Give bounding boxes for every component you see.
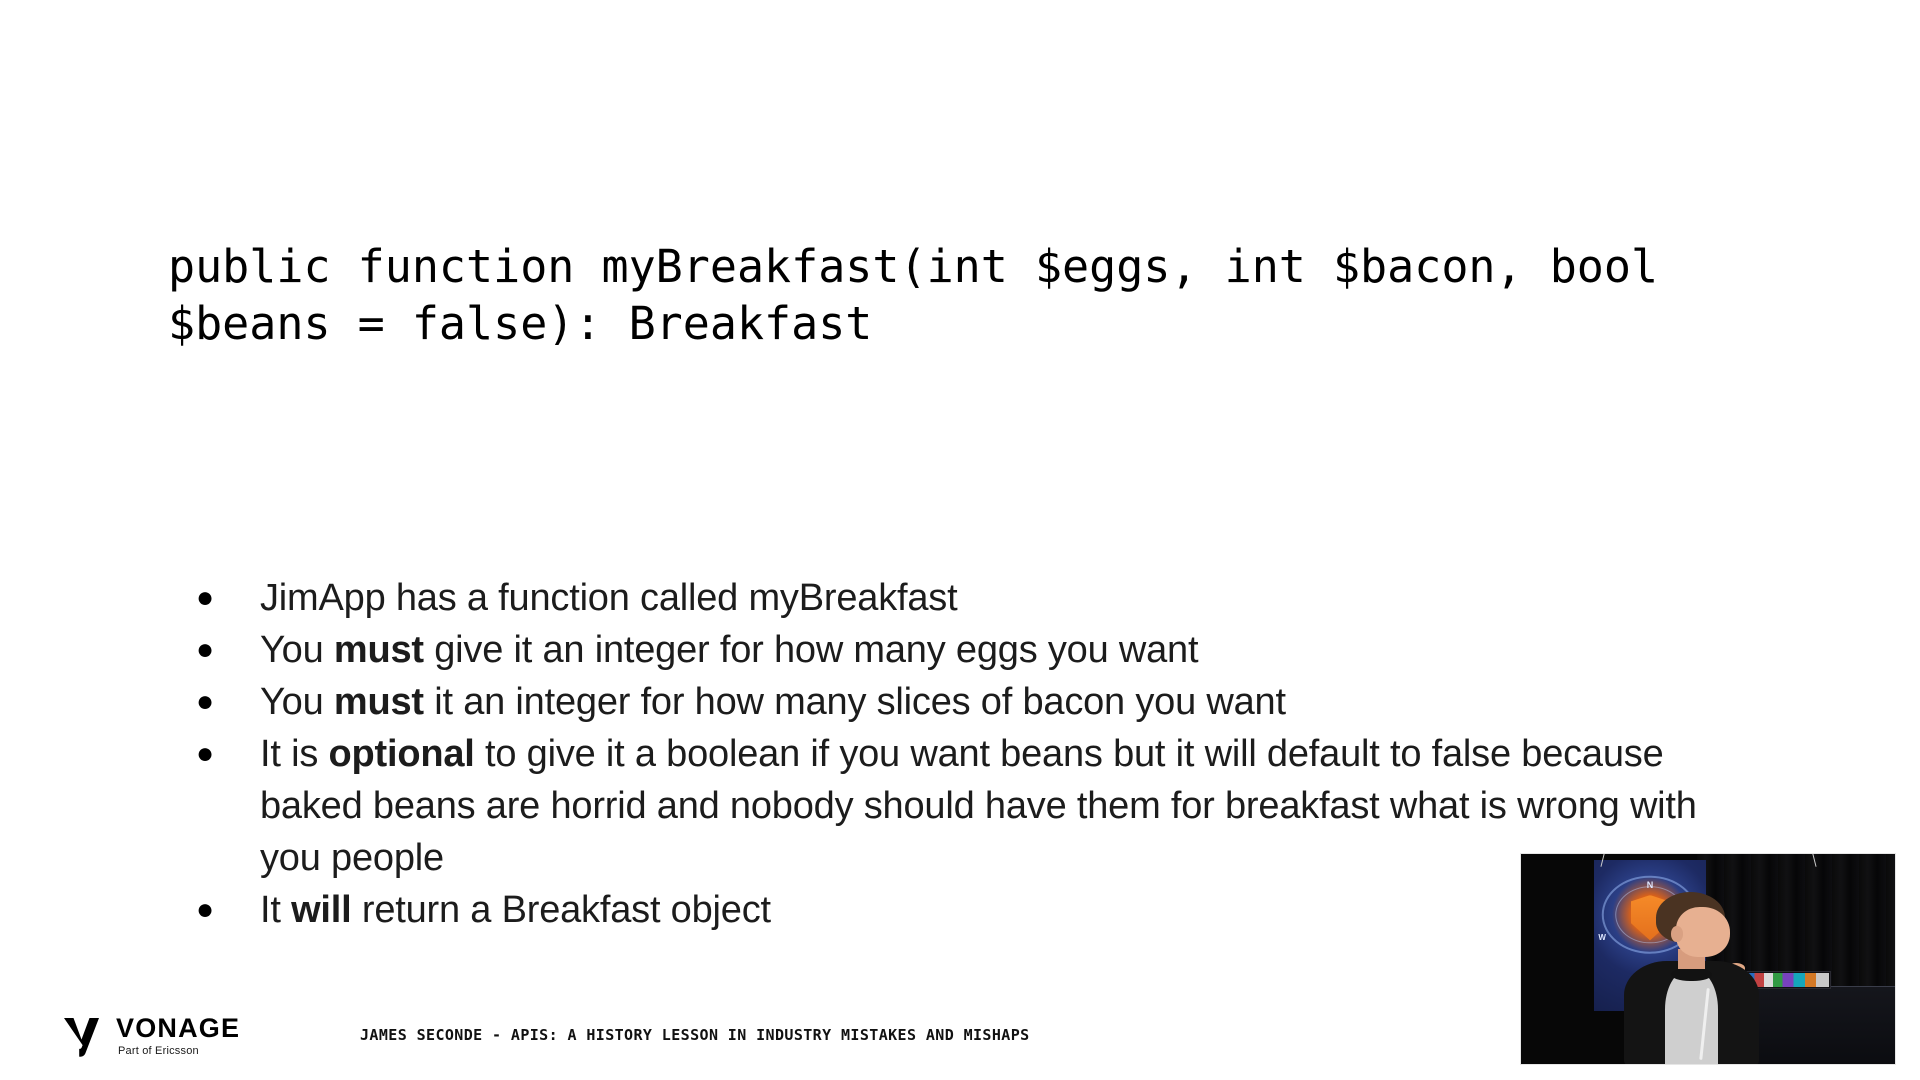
vonage-logo: VONAGE Part of Ericsson: [62, 1015, 240, 1057]
list-item: ● JimApp has a function called myBreakfas…: [186, 572, 1706, 624]
presenter-ear: [1671, 926, 1683, 942]
list-item-text: You must it an integer for how many slic…: [260, 676, 1706, 728]
stage-background: N W m: [1521, 854, 1895, 1064]
plain-text: You: [260, 629, 334, 671]
bullet-marker-icon: ●: [196, 737, 215, 770]
footer-talk-title: JAMES SECONDE - APIS: A HISTORY LESSON I…: [360, 1026, 1030, 1044]
bullet-marker-icon: ●: [196, 893, 215, 926]
vonage-v-mark-icon: [62, 1015, 102, 1057]
bullet-marker-icon: ●: [196, 685, 215, 718]
list-item-text: JimApp has a function called myBreakfast: [260, 572, 1706, 624]
plain-text: it an integer for how many slices of bac…: [423, 681, 1286, 723]
plain-text: give it an integer for how many eggs you…: [423, 629, 1199, 671]
speaker-camera-feed[interactable]: N W m: [1520, 853, 1896, 1065]
code-heading: public function myBreakfast(int $eggs, i…: [168, 240, 1686, 350]
list-item: ● It is optional to give it a boolean if …: [186, 728, 1706, 884]
list-item-text: It is optional to give it a boolean if y…: [260, 728, 1706, 884]
slide-canvas: public function myBreakfast(int $eggs, i…: [0, 0, 1920, 1080]
list-item-text: It will return a Breakfast object: [260, 884, 1706, 936]
presenter: [1624, 891, 1759, 1064]
vonage-tagline: Part of Ericsson: [118, 1045, 199, 1057]
bullet-marker-icon: ●: [196, 633, 215, 666]
emphasis-text: must: [333, 681, 424, 723]
presenter-collar: [1671, 967, 1712, 982]
list-item: ● It will return a Breakfast object: [186, 884, 1706, 936]
vonage-wordmark: VONAGE: [116, 1013, 241, 1043]
presenter-shirt: [1664, 971, 1719, 1064]
list-item: ● You must it an integer for how many sli…: [186, 676, 1706, 728]
banner-letter-west: W: [1598, 932, 1606, 942]
banner-letter-north: N: [1646, 879, 1654, 890]
bullet-list: ● JimApp has a function called myBreakfas…: [186, 572, 1706, 936]
presenter-face: [1675, 907, 1730, 958]
bullet-marker-icon: ●: [196, 581, 215, 614]
plain-text: return a Breakfast object: [351, 889, 771, 931]
plain-text: It is: [260, 733, 329, 775]
emphasis-text: must: [333, 629, 424, 671]
plain-text: to give it a boolean if you want beans b…: [260, 733, 1697, 879]
plain-text: It: [260, 889, 292, 931]
emphasis-text: will: [291, 889, 352, 931]
list-item-text: You must give it an integer for how many…: [260, 624, 1706, 676]
plain-text: JimApp has a function called myBreakfast: [260, 577, 958, 619]
plain-text: You: [260, 681, 334, 723]
emphasis-text: optional: [328, 733, 475, 775]
list-item: ● You must give it an integer for how man…: [186, 624, 1706, 676]
